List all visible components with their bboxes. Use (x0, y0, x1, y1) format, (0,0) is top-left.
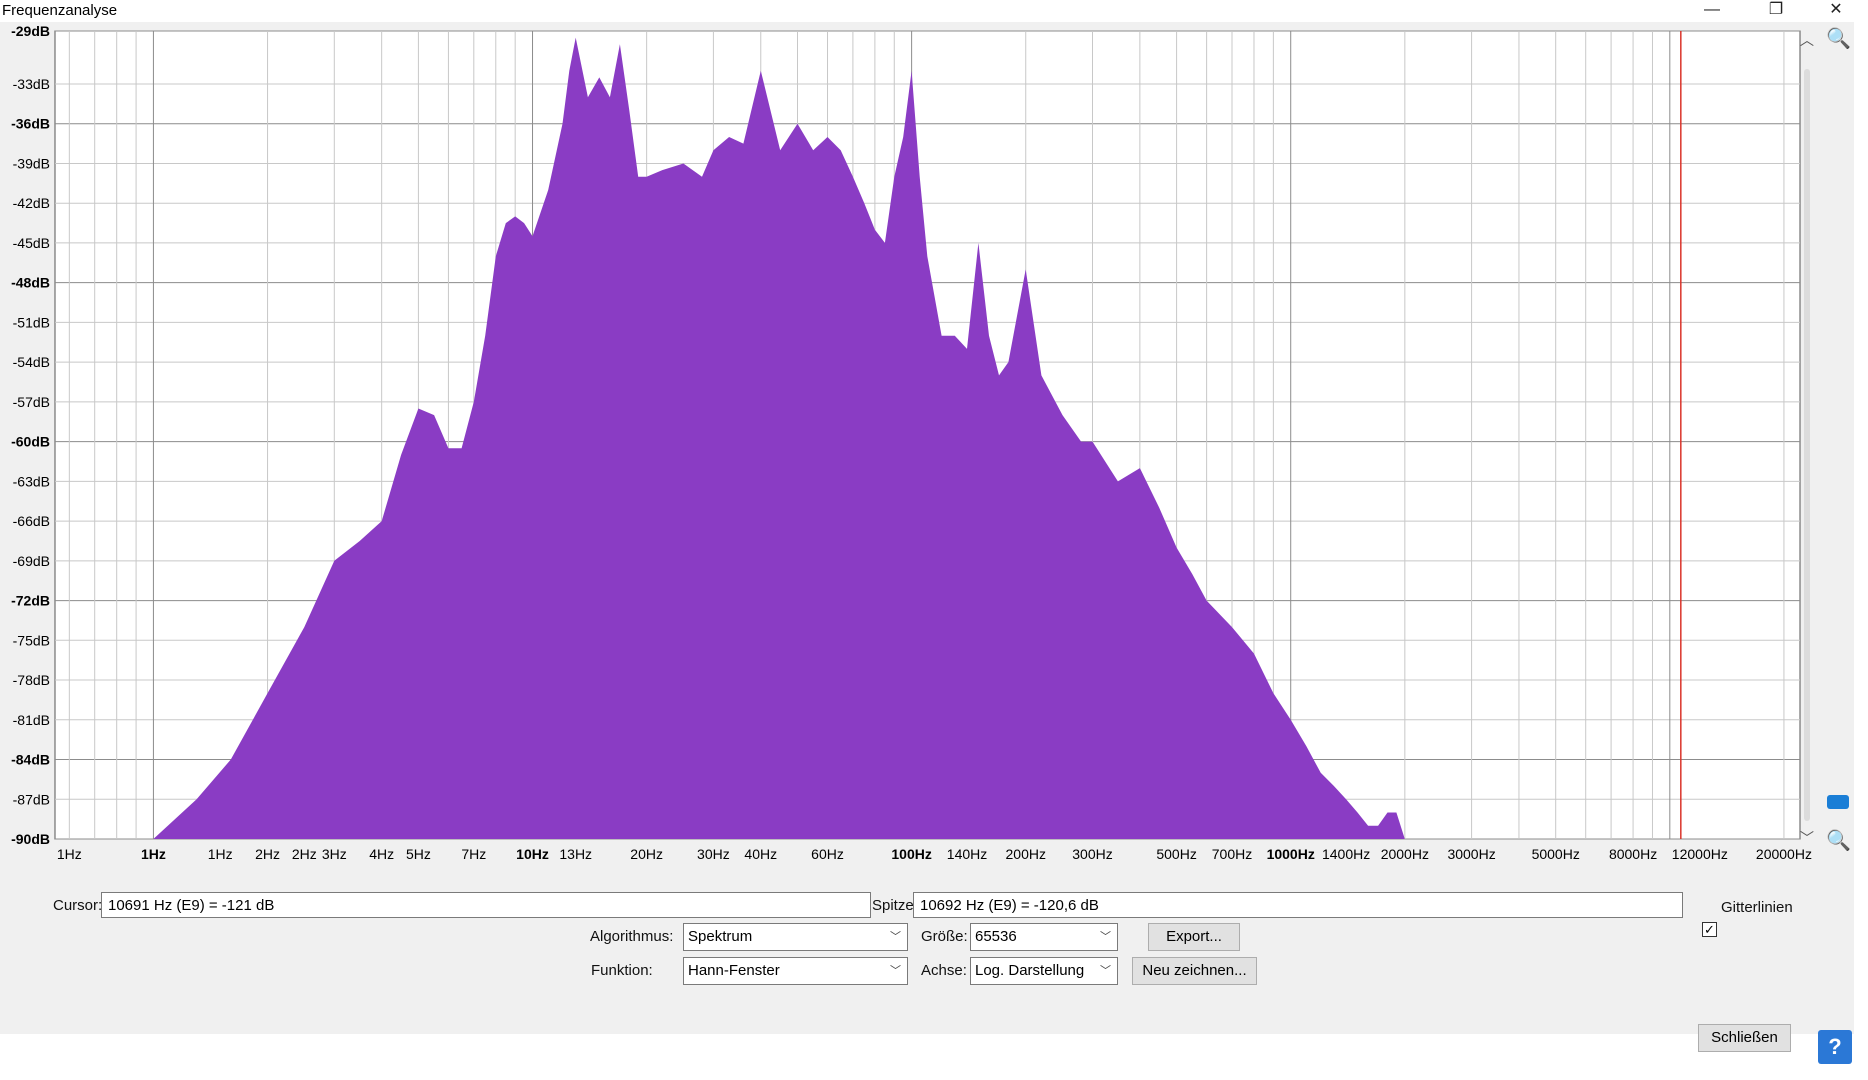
y-tick-label: -90dB (11, 831, 50, 847)
y-tick-label: -57dB (13, 394, 50, 410)
x-tick-label: 5000Hz (1532, 846, 1580, 862)
minimize-button[interactable]: — (1692, 0, 1732, 22)
close-window-button[interactable]: ✕ (1816, 0, 1856, 22)
grid-lines-checkbox[interactable]: ✓ (1702, 922, 1717, 937)
algorithm-select[interactable]: Spektrum ﹀ (683, 923, 908, 951)
algorithm-label: Algorithmus: (590, 928, 674, 945)
x-tick-label: 2Hz (255, 846, 280, 862)
axis-value: Log. Darstellung (975, 962, 1085, 979)
axis-label: Achse: (921, 962, 967, 979)
close-dialog-button[interactable]: Schließen (1698, 1024, 1791, 1052)
vertical-scroll-thumb[interactable] (1827, 795, 1849, 809)
x-tick-label: 12000Hz (1672, 846, 1728, 862)
peak-readout: 10692 Hz (E9) = -120,6 dB (913, 892, 1683, 918)
y-tick-label: -45dB (13, 235, 50, 251)
x-tick-label: 60Hz (811, 846, 844, 862)
x-tick-label: 5Hz (406, 846, 431, 862)
zoom-in-icon[interactable]: 🔍 (1826, 26, 1851, 51)
y-tick-label: -48dB (11, 275, 50, 291)
y-tick-label: -39dB (13, 155, 50, 171)
x-tick-label: 8000Hz (1609, 846, 1657, 862)
x-axis-labels: 1Hz 1Hz 1Hz 2Hz 2Hz 3Hz 4Hz 5Hz 7Hz 10Hz 13Hz 20Hz 3… (57, 846, 1812, 862)
x-tick-label: 30Hz (697, 846, 730, 862)
y-tick-label: -81dB (13, 712, 50, 728)
cursor-label: Cursor: (53, 897, 103, 914)
x-tick-label: 140Hz (947, 846, 987, 862)
chevron-down-icon: ﹀ (890, 931, 901, 943)
size-select[interactable]: 65536 ﹀ (970, 923, 1118, 951)
grid-lines-label: Gitterlinien (1721, 899, 1793, 916)
y-tick-label: -60dB (11, 434, 50, 450)
x-tick-label: 100Hz (891, 846, 931, 862)
y-tick-label: -42dB (13, 195, 50, 211)
x-tick-label: 1Hz (141, 846, 166, 862)
y-tick-label: -72dB (11, 593, 50, 609)
y-tick-label: -69dB (13, 553, 50, 569)
x-tick-label: 1400Hz (1322, 846, 1370, 862)
scroll-up-icon[interactable]: ︿ (1800, 30, 1814, 50)
scroll-down-icon[interactable]: ﹀ (1800, 828, 1814, 848)
x-tick-label: 2000Hz (1381, 846, 1429, 862)
y-tick-label: -75dB (13, 632, 50, 648)
restore-button[interactable]: ❐ (1756, 0, 1796, 22)
y-tick-label: -84dB (11, 752, 50, 768)
y-tick-label: -29dB (11, 23, 50, 39)
x-tick-label: 1Hz (57, 846, 82, 862)
x-tick-label: 1000Hz (1267, 846, 1315, 862)
y-tick-label: -54dB (13, 354, 50, 370)
x-tick-label: 4Hz (369, 846, 394, 862)
zoom-out-icon[interactable]: 🔍 (1826, 828, 1851, 853)
y-tick-label: -51dB (13, 314, 50, 330)
function-select[interactable]: Hann-Fenster ﹀ (683, 957, 908, 985)
x-tick-label: 200Hz (1006, 846, 1046, 862)
x-tick-label: 3000Hz (1447, 846, 1495, 862)
function-label: Funktion: (591, 962, 653, 979)
title-bar: Frequenzanalyse — ❐ ✕ (0, 0, 1868, 22)
frequency-analysis-panel: -29dB -33dB -36dB -39dB -42dB -45dB -48dB -51dB… (0, 22, 1854, 1064)
x-tick-label: 20Hz (630, 846, 663, 862)
x-tick-label: 2Hz (292, 846, 317, 862)
y-tick-label: -33dB (13, 76, 50, 92)
chevron-down-icon: ﹀ (1100, 965, 1111, 977)
chevron-down-icon: ﹀ (1100, 931, 1111, 943)
export-button[interactable]: Export... (1148, 923, 1240, 951)
y-axis-labels: -29dB -33dB -36dB -39dB -42dB -45dB -48dB -51dB… (11, 23, 50, 847)
y-tick-label: -87dB (13, 791, 50, 807)
x-tick-label: 40Hz (744, 846, 777, 862)
vertical-scroll-track[interactable] (1804, 69, 1810, 821)
y-tick-label: -36dB (11, 116, 50, 132)
spectrum-chart[interactable]: -29dB -33dB -36dB -39dB -42dB -45dB -48dB -51dB… (0, 22, 1854, 902)
x-tick-label: 500Hz (1156, 846, 1196, 862)
chevron-down-icon: ﹀ (890, 965, 901, 977)
x-tick-label: 300Hz (1072, 846, 1112, 862)
redraw-button[interactable]: Neu zeichnen... (1132, 957, 1257, 985)
spectrum-plot-area[interactable]: -29dB -33dB -36dB -39dB -42dB -45dB -48dB -51dB… (0, 22, 1854, 902)
x-tick-label: 10Hz (516, 846, 549, 862)
x-tick-label: 13Hz (559, 846, 592, 862)
y-tick-label: -78dB (13, 672, 50, 688)
help-icon[interactable]: ? (1818, 1030, 1852, 1064)
x-tick-label: 1Hz (208, 846, 233, 862)
y-tick-label: -63dB (13, 473, 50, 489)
algorithm-value: Spektrum (688, 928, 753, 945)
x-tick-label: 3Hz (322, 846, 347, 862)
y-tick-label: -66dB (13, 513, 50, 529)
function-value: Hann-Fenster (688, 962, 780, 979)
cursor-readout: 10691 Hz (E9) = -121 dB (101, 892, 871, 918)
window-title: Frequenzanalyse (2, 2, 118, 19)
x-tick-label: 700Hz (1212, 846, 1252, 862)
axis-select[interactable]: Log. Darstellung ﹀ (970, 957, 1118, 985)
size-value: 65536 (975, 928, 1017, 945)
x-tick-label: 7Hz (461, 846, 486, 862)
peak-label: Spitze: (872, 897, 918, 914)
size-label: Größe: (921, 928, 968, 945)
